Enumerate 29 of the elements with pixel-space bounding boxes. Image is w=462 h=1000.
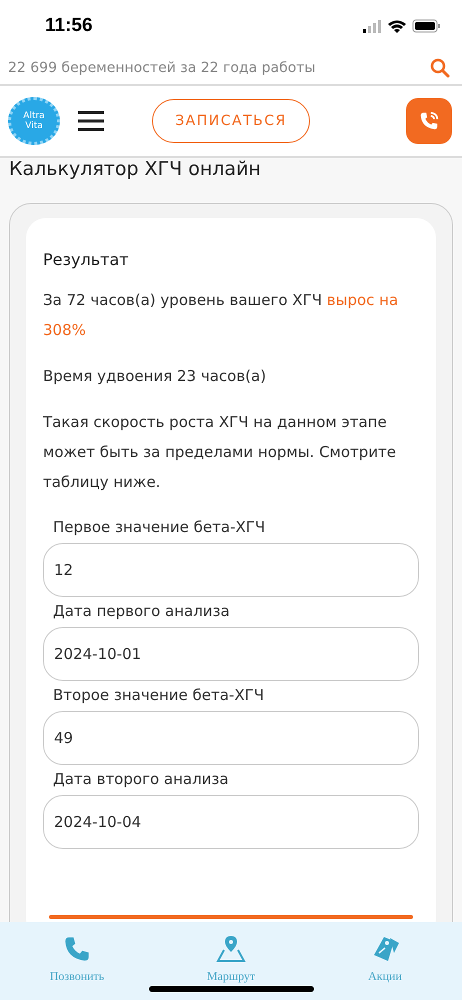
nav-item[interactable]: Позвонить — [27, 934, 127, 984]
field-label: Дата второго анализа — [52, 769, 230, 790]
input-field[interactable]: 49 — [43, 711, 419, 765]
field-label: Первое значение бета-ХГЧ — [52, 517, 266, 538]
book-button[interactable]: ЗАПИСАТЬСЯ — [152, 99, 310, 143]
status-time: 11:56 — [45, 15, 93, 37]
battery-icon — [412, 19, 440, 33]
field-label: Дата первого анализа — [52, 601, 231, 622]
call-button[interactable] — [406, 98, 452, 144]
input-field[interactable]: 2024-10-04 — [43, 795, 419, 849]
result-heading: Результат — [43, 250, 130, 269]
signal-icon — [362, 19, 382, 33]
search-icon[interactable] — [430, 58, 450, 78]
clinic-logo[interactable]: Altra Vita — [8, 97, 60, 145]
input-field[interactable]: 2024-10-01 — [43, 627, 419, 681]
field-label: Второе значение бета-ХГЧ — [52, 685, 266, 706]
wifi-icon — [388, 19, 406, 33]
page-title: Калькулятор ХГЧ онлайн — [8, 158, 262, 182]
phone-icon — [63, 934, 91, 962]
note-text: Такая скорость роста ХГЧ на данном этапе может быть за пределами нормы. Смотрите таблицу ниже. — [43, 412, 398, 493]
growth-text: За 72 часов(а) уровень вашего ХГЧ вырос на 308% — [43, 290, 400, 341]
menu-icon[interactable] — [78, 111, 104, 131]
doubling-text: Время удвоения 23 часов(а) — [43, 366, 268, 387]
nav-item[interactable]: Акции — [335, 934, 435, 984]
input-field[interactable]: 12 — [43, 543, 419, 597]
nav-item[interactable]: Маршрут — [181, 934, 281, 984]
phone-icon — [418, 110, 440, 132]
map-pin-icon — [216, 934, 246, 962]
slogan-text: 22 699 беременностей за 22 года работы — [8, 60, 316, 76]
